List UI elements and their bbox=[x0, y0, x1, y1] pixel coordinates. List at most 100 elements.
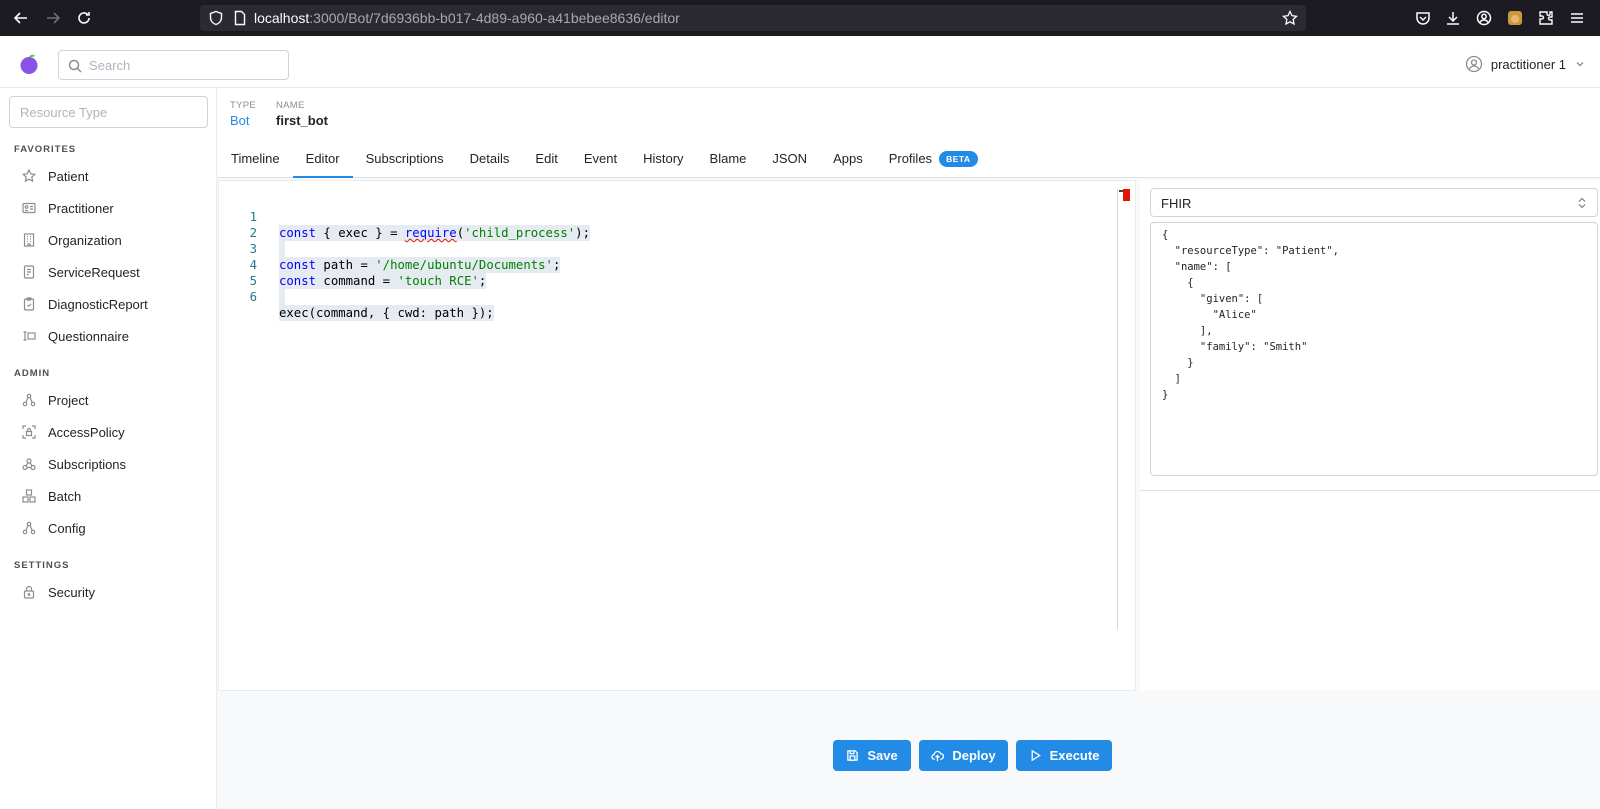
building-icon bbox=[23, 233, 35, 247]
json-line: } bbox=[1162, 389, 1169, 401]
user-name: practitioner 1 bbox=[1490, 56, 1566, 72]
editor-scrollbar[interactable] bbox=[1117, 189, 1118, 629]
output-panel bbox=[1140, 490, 1600, 690]
tab-subscriptions[interactable]: Subscriptions bbox=[353, 140, 457, 177]
hierarchy-icon bbox=[22, 521, 36, 535]
type-label: TYPE bbox=[230, 100, 257, 111]
menu-icon[interactable] bbox=[1568, 9, 1586, 27]
sidebar-item-security[interactable]: Security bbox=[10, 579, 208, 605]
deploy-button[interactable]: Deploy bbox=[919, 740, 1008, 771]
save-button[interactable]: Save bbox=[833, 740, 911, 771]
json-line: "Alice" bbox=[1162, 309, 1257, 321]
json-line: { bbox=[1162, 277, 1194, 289]
webhook-icon bbox=[22, 458, 36, 471]
form-icon bbox=[23, 331, 36, 341]
resource-tabs: Timeline Editor Subscriptions Details Ed… bbox=[218, 140, 991, 178]
back-icon[interactable] bbox=[6, 3, 36, 33]
extension-avatar-icon[interactable] bbox=[1506, 9, 1524, 27]
browser-toolbar: localhost:3000/Bot/7d6936bb-b017-4d89-a9… bbox=[0, 0, 1600, 36]
code-text bbox=[279, 289, 285, 305]
reload-icon[interactable] bbox=[69, 3, 99, 33]
json-line: "name": [ bbox=[1162, 261, 1232, 273]
sidebar-item-batch[interactable]: Batch bbox=[10, 483, 208, 509]
account-icon[interactable] bbox=[1475, 9, 1493, 27]
code-line[interactable]: 1 const { exec } = require('child_proces… bbox=[219, 193, 1099, 241]
file-icon bbox=[23, 265, 35, 279]
tab-event[interactable]: Event bbox=[571, 140, 630, 177]
input-json-textarea[interactable]: { "resourceType": "Patient", "name": [ {… bbox=[1150, 222, 1598, 476]
bookmark-star-icon[interactable] bbox=[1282, 10, 1298, 26]
error-marker[interactable] bbox=[1123, 189, 1130, 201]
resource-type-input[interactable] bbox=[9, 96, 208, 128]
hierarchy-icon bbox=[22, 393, 36, 407]
code-editor-panel: 1 const { exec } = require('child_proces… bbox=[218, 180, 1136, 771]
url-bar[interactable]: localhost:3000/Bot/7d6936bb-b017-4d89-a9… bbox=[200, 5, 1306, 31]
id-card-icon bbox=[22, 202, 36, 214]
user-menu[interactable]: practitioner 1 bbox=[1465, 53, 1586, 75]
code-line[interactable]: 4 const command = 'touch RCE'; bbox=[219, 241, 1099, 289]
search-input[interactable] bbox=[89, 55, 284, 75]
download-icon[interactable] bbox=[1444, 9, 1462, 27]
code-line[interactable]: 6 exec(command, { cwd: path }); bbox=[219, 273, 1099, 321]
lock-icon bbox=[23, 585, 35, 599]
json-line: "resourceType": "Patient", bbox=[1162, 245, 1340, 257]
resource-header: TYPE Bot NAME first_bot Timeline Editor … bbox=[218, 88, 1600, 178]
app-header: practitioner 1 bbox=[0, 36, 1600, 88]
sidebar-item-config[interactable]: Config bbox=[10, 515, 208, 541]
code-editor[interactable]: 1 const { exec } = require('child_proces… bbox=[219, 189, 1119, 629]
json-line: } bbox=[1162, 357, 1194, 369]
extensions-icon[interactable] bbox=[1537, 9, 1555, 27]
line-number: 6 bbox=[249, 290, 257, 304]
chevron-down-icon bbox=[1576, 62, 1584, 67]
json-line: "family": "Smith" bbox=[1162, 341, 1308, 353]
search-box[interactable] bbox=[58, 50, 289, 80]
cloud-upload-icon bbox=[931, 750, 945, 762]
sidebar-item-servicerequest[interactable]: ServiceRequest bbox=[10, 259, 208, 285]
sidebar-item-organization[interactable]: Organization bbox=[10, 227, 208, 253]
sidebar-item-patient[interactable]: Patient bbox=[10, 163, 208, 189]
select-arrows-icon bbox=[1578, 197, 1586, 209]
favorites-section-title: FAVORITES bbox=[14, 144, 77, 155]
admin-section-title: ADMIN bbox=[14, 368, 51, 379]
tab-editor[interactable]: Editor bbox=[292, 140, 353, 178]
sidebar-item-accesspolicy[interactable]: AccessPolicy bbox=[10, 419, 208, 445]
json-line: "given": [ bbox=[1162, 293, 1264, 305]
code-line[interactable]: 5 bbox=[219, 257, 1099, 305]
page-icon[interactable] bbox=[232, 10, 248, 26]
sidebar-item-subscriptions[interactable]: Subscriptions bbox=[10, 451, 208, 477]
user-avatar-icon bbox=[1465, 55, 1482, 73]
tab-history[interactable]: History bbox=[630, 140, 696, 177]
name-value: first_bot bbox=[276, 113, 328, 128]
url-text[interactable]: localhost:3000/Bot/7d6936bb-b017-4d89-a9… bbox=[254, 10, 680, 26]
json-line: { bbox=[1162, 229, 1169, 241]
tab-blame[interactable]: Blame bbox=[697, 140, 760, 177]
input-format-value: FHIR bbox=[1161, 196, 1192, 211]
sidebar-item-questionnaire[interactable]: Questionnaire bbox=[10, 323, 208, 349]
save-icon bbox=[847, 750, 859, 761]
search-icon bbox=[68, 59, 82, 73]
tab-timeline[interactable]: Timeline bbox=[218, 140, 293, 177]
forward-icon[interactable] bbox=[38, 3, 68, 33]
shield-icon[interactable] bbox=[208, 10, 224, 26]
star-icon bbox=[22, 169, 36, 183]
execute-button[interactable]: Execute bbox=[1016, 740, 1112, 771]
medplum-logo-icon[interactable] bbox=[18, 53, 40, 75]
code-line[interactable]: 2 bbox=[219, 209, 1099, 257]
play-icon bbox=[1031, 749, 1041, 762]
tab-apps[interactable]: Apps bbox=[820, 140, 876, 177]
sidebar: FAVORITES Patient Practitioner Organizat… bbox=[0, 88, 217, 809]
sidebar-item-diagnosticreport[interactable]: DiagnosticReport bbox=[10, 291, 208, 317]
tab-details[interactable]: Details bbox=[457, 140, 523, 177]
tab-json[interactable]: JSON bbox=[759, 140, 820, 177]
pocket-icon[interactable] bbox=[1414, 9, 1432, 27]
packages-icon bbox=[22, 489, 36, 503]
sidebar-item-practitioner[interactable]: Practitioner bbox=[10, 195, 208, 221]
tab-edit[interactable]: Edit bbox=[522, 140, 570, 177]
settings-section-title: SETTINGS bbox=[14, 560, 70, 571]
input-format-select[interactable]: FHIR bbox=[1150, 188, 1598, 217]
type-value-link[interactable]: Bot bbox=[230, 113, 250, 128]
json-line: ], bbox=[1162, 325, 1213, 337]
tab-profiles[interactable]: Profiles BETA bbox=[876, 140, 991, 177]
code-line[interactable]: 3 const path = '/home/ubuntu/Documents'; bbox=[219, 225, 1099, 273]
sidebar-item-project[interactable]: Project bbox=[10, 387, 208, 413]
